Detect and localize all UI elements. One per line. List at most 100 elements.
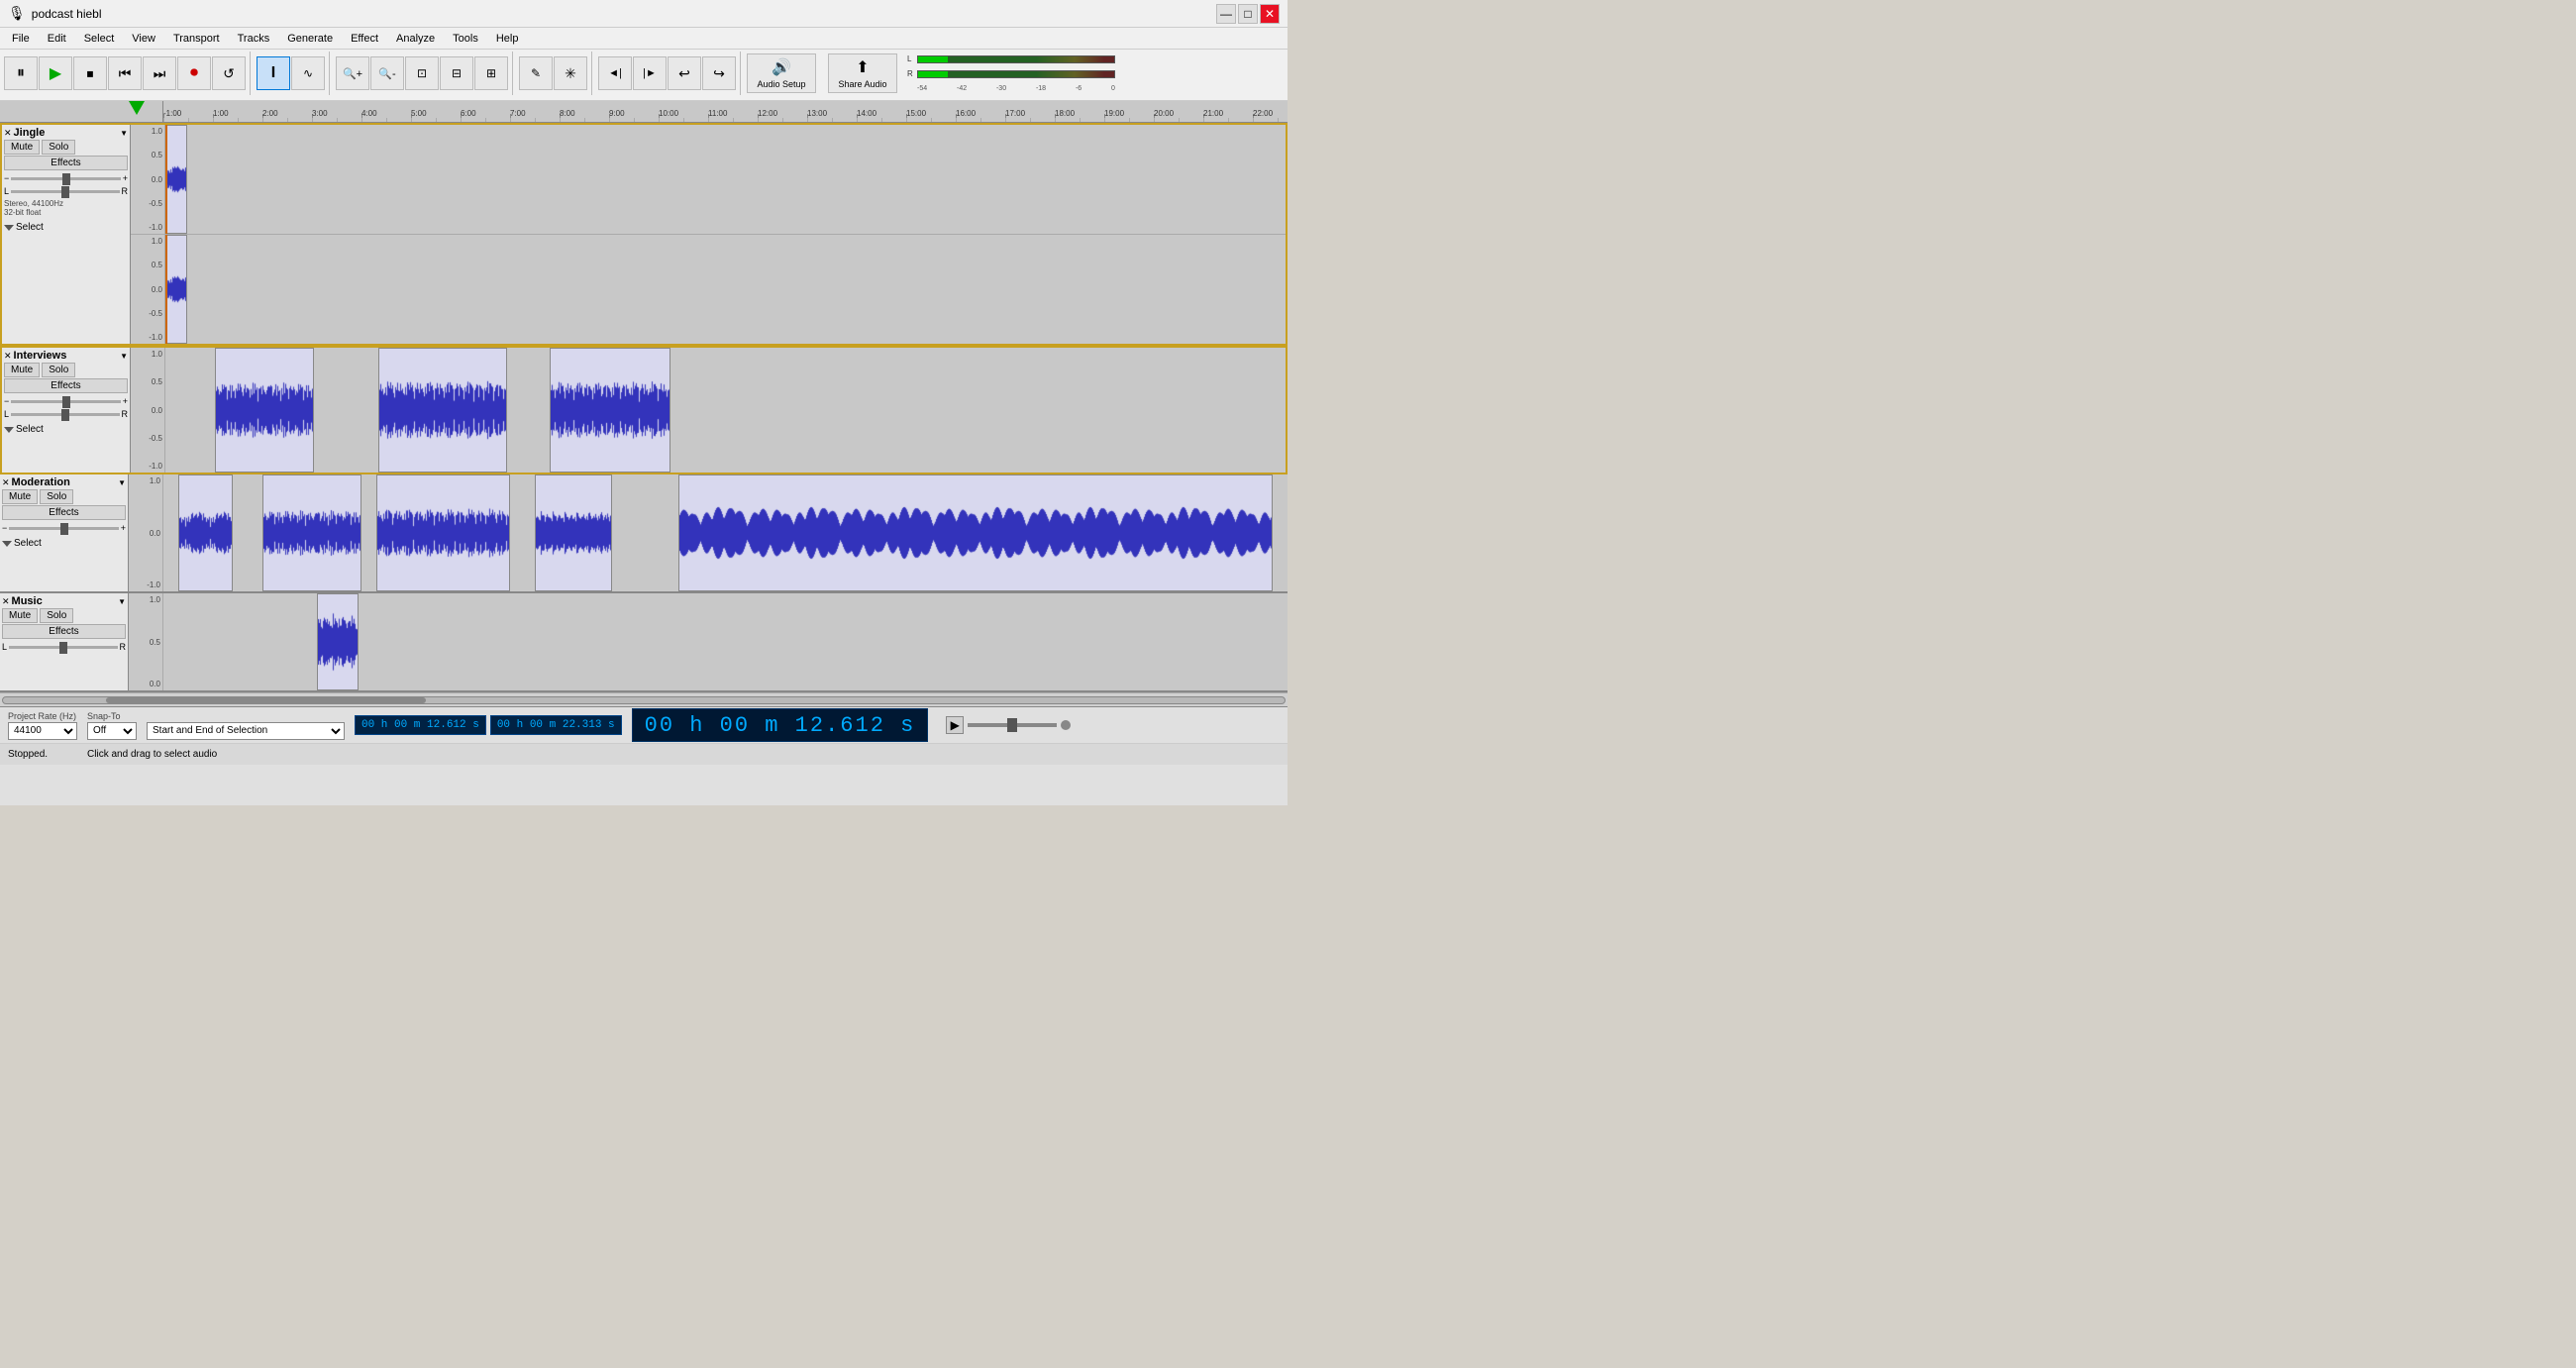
select-row-moderation[interactable]: Select [2, 538, 126, 549]
menu-tools[interactable]: Tools [445, 31, 486, 47]
menu-analyze[interactable]: Analyze [388, 31, 443, 47]
time-input-start[interactable]: 00 h 00 m 12.612 s [355, 715, 486, 735]
gain-slider-interviews[interactable] [11, 400, 120, 403]
menu-file[interactable]: File [4, 31, 38, 47]
effects-button-moderation[interactable]: Effects [2, 505, 126, 520]
pan-thumb-music[interactable] [59, 642, 67, 654]
minimize-button[interactable]: — [1216, 4, 1236, 24]
solo-button-music[interactable]: Solo [40, 608, 73, 623]
track-dropdown-jingle[interactable]: ▼ [120, 129, 128, 138]
gain-thumb-interviews[interactable] [62, 396, 70, 408]
interview-clip1[interactable] [215, 348, 314, 473]
mod-clip1[interactable] [178, 474, 233, 591]
effects-button-interviews[interactable]: Effects [4, 378, 128, 393]
share-audio-button[interactable]: ⬆ Share Audio [828, 53, 897, 93]
effects-button-music[interactable]: Effects [2, 624, 126, 639]
mod-clip5[interactable] [678, 474, 1273, 591]
track-dropdown-music[interactable]: ▼ [118, 597, 126, 606]
zoom-in-button[interactable]: 🔍+ [336, 56, 369, 90]
select-row-interviews[interactable]: Select [4, 424, 128, 435]
undo-button[interactable]: ↩ [668, 56, 701, 90]
play-speed-button[interactable]: ▶ [946, 716, 964, 734]
waveform-interviews[interactable] [165, 348, 1286, 473]
waveform-music[interactable] [163, 593, 1288, 690]
pan-thumb-interviews[interactable] [61, 409, 69, 421]
waveform-area2-jingle[interactable] [165, 235, 1286, 344]
select-tool-button[interactable]: I [257, 56, 290, 90]
pan-slider-jingle[interactable] [11, 190, 119, 193]
draw-tool-button[interactable]: ✎ [519, 56, 553, 90]
mod-clip3[interactable] [376, 474, 510, 591]
track-close-interviews[interactable]: ✕ [4, 351, 12, 362]
menu-effect[interactable]: Effect [343, 31, 386, 47]
track-dropdown-interviews[interactable]: ▼ [120, 352, 128, 361]
play-button[interactable]: ▶ [39, 56, 72, 90]
record-button[interactable]: ⏺ [177, 56, 211, 90]
solo-button-jingle[interactable]: Solo [42, 140, 75, 155]
gain-slider-jingle[interactable] [11, 177, 120, 180]
speed-thumb[interactable] [1007, 718, 1017, 732]
menu-generate[interactable]: Generate [279, 31, 341, 47]
skip-forward-button[interactable]: ⏭ [143, 56, 176, 90]
timeline-ruler[interactable]: -1:001:002:003:004:005:006:007:008:009:0… [0, 101, 1288, 123]
trim-left-button[interactable]: ◄| [598, 56, 632, 90]
menu-transport[interactable]: Transport [165, 31, 228, 47]
snap-to-select[interactable]: Off On [87, 722, 137, 740]
pan-thumb-jingle[interactable] [61, 186, 69, 198]
track-dropdown-moderation[interactable]: ▼ [118, 478, 126, 487]
gain-thumb-moderation[interactable] [60, 523, 68, 535]
envelope-tool-button[interactable]: ∿ [291, 56, 325, 90]
track-close-moderation[interactable]: ✕ [2, 477, 10, 488]
mute-button-music[interactable]: Mute [2, 608, 38, 623]
zoom-project-button[interactable]: ⊞ [474, 56, 508, 90]
jingle-clip1[interactable] [165, 125, 187, 234]
waveform-moderation[interactable] [163, 474, 1288, 591]
solo-button-moderation[interactable]: Solo [40, 489, 73, 504]
redo-button[interactable]: ↪ [702, 56, 736, 90]
track-close-jingle[interactable]: ✕ [4, 128, 12, 139]
time-input-end[interactable]: 00 h 00 m 22.313 s [490, 715, 622, 735]
zoom-out-button[interactable]: 🔍- [370, 56, 404, 90]
music-clip1[interactable] [317, 593, 359, 690]
maximize-button[interactable]: □ [1238, 4, 1258, 24]
track-close-music[interactable]: ✕ [2, 596, 10, 607]
menu-edit[interactable]: Edit [40, 31, 74, 47]
speed-slider[interactable] [968, 723, 1057, 727]
gain-plus-interviews: + [123, 396, 128, 406]
loop-button[interactable]: ↺ [212, 56, 246, 90]
project-rate-select[interactable]: 44100 48000 96000 [8, 722, 77, 740]
menu-help[interactable]: Help [488, 31, 527, 47]
mute-button-interviews[interactable]: Mute [4, 363, 40, 377]
scrollbar-thumb[interactable] [106, 697, 427, 703]
solo-button-interviews[interactable]: Solo [42, 363, 75, 377]
pan-slider-interviews[interactable] [11, 413, 119, 416]
jingle-clip2[interactable] [165, 235, 187, 344]
menu-view[interactable]: View [124, 31, 163, 47]
zoom-fit-button[interactable]: ⊟ [440, 56, 473, 90]
menu-tracks[interactable]: Tracks [230, 31, 278, 47]
skip-back-button[interactable]: ⏮ [108, 56, 142, 90]
pan-slider-music[interactable] [9, 646, 117, 649]
interview-clip2[interactable] [378, 348, 507, 473]
speed-knob[interactable] [1061, 720, 1071, 730]
interview-clip3[interactable] [550, 348, 670, 473]
zoom-selection-button[interactable]: ⊡ [405, 56, 439, 90]
waveform-area1-jingle[interactable] [165, 125, 1286, 234]
mute-button-jingle[interactable]: Mute [4, 140, 40, 155]
mod-clip2[interactable] [262, 474, 361, 591]
pause-button[interactable]: ⏸ [4, 56, 38, 90]
horizontal-scrollbar[interactable] [0, 692, 1288, 706]
menu-select[interactable]: Select [76, 31, 123, 47]
multi-tool-button[interactable]: ✳ [554, 56, 587, 90]
select-row-jingle[interactable]: Select [4, 222, 128, 233]
effects-button-jingle[interactable]: Effects [4, 156, 128, 170]
mod-clip4[interactable] [535, 474, 612, 591]
trim-right-button[interactable]: |► [633, 56, 667, 90]
close-button[interactable]: ✕ [1260, 4, 1280, 24]
stop-button[interactable]: ⏹ [73, 56, 107, 90]
audio-setup-button[interactable]: 🔊 Audio Setup [747, 53, 816, 93]
gain-thumb-jingle[interactable] [62, 173, 70, 185]
selection-type-select[interactable]: Start and End of Selection Start and Len… [147, 722, 345, 740]
gain-slider-moderation[interactable] [9, 527, 118, 530]
mute-button-moderation[interactable]: Mute [2, 489, 38, 504]
